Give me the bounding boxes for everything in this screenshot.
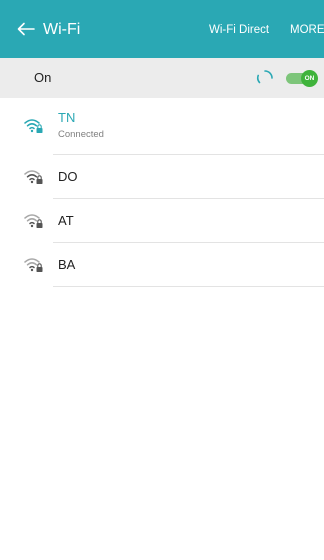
wifi-settings-screen: Wi-Fi Wi-Fi Direct MORE On ON TN Connect… bbox=[0, 0, 324, 560]
more-menu-button[interactable]: MORE bbox=[290, 23, 324, 37]
network-item-at[interactable]: AT bbox=[0, 199, 324, 242]
network-status: Connected bbox=[58, 129, 104, 140]
network-name: BA bbox=[58, 257, 76, 272]
network-item-tn[interactable]: TN Connected bbox=[0, 98, 324, 155]
wifi-toggle-switch[interactable]: ON bbox=[286, 70, 318, 87]
wifi-direct-button[interactable]: Wi-Fi Direct bbox=[209, 23, 269, 37]
network-item-ba[interactable]: BA bbox=[0, 243, 324, 286]
toggle-thumb: ON bbox=[301, 70, 318, 87]
app-bar: Wi-Fi Wi-Fi Direct MORE bbox=[0, 0, 324, 58]
wifi-secured-icon bbox=[24, 119, 43, 133]
master-switch-label: On bbox=[34, 70, 52, 85]
wifi-secured-icon bbox=[24, 170, 43, 184]
page-title: Wi-Fi bbox=[43, 21, 81, 38]
back-button[interactable] bbox=[12, 15, 40, 43]
back-arrow-icon bbox=[17, 22, 35, 36]
scanning-spinner-icon bbox=[257, 70, 273, 84]
wifi-secured-icon bbox=[24, 214, 43, 228]
wifi-secured-icon bbox=[24, 258, 43, 272]
network-name: TN bbox=[58, 110, 76, 125]
wifi-master-switch-row[interactable]: On bbox=[0, 58, 324, 98]
network-name: DO bbox=[58, 169, 78, 184]
list-divider bbox=[53, 286, 324, 287]
network-item-do[interactable]: DO bbox=[0, 155, 324, 198]
network-name: AT bbox=[58, 213, 74, 228]
